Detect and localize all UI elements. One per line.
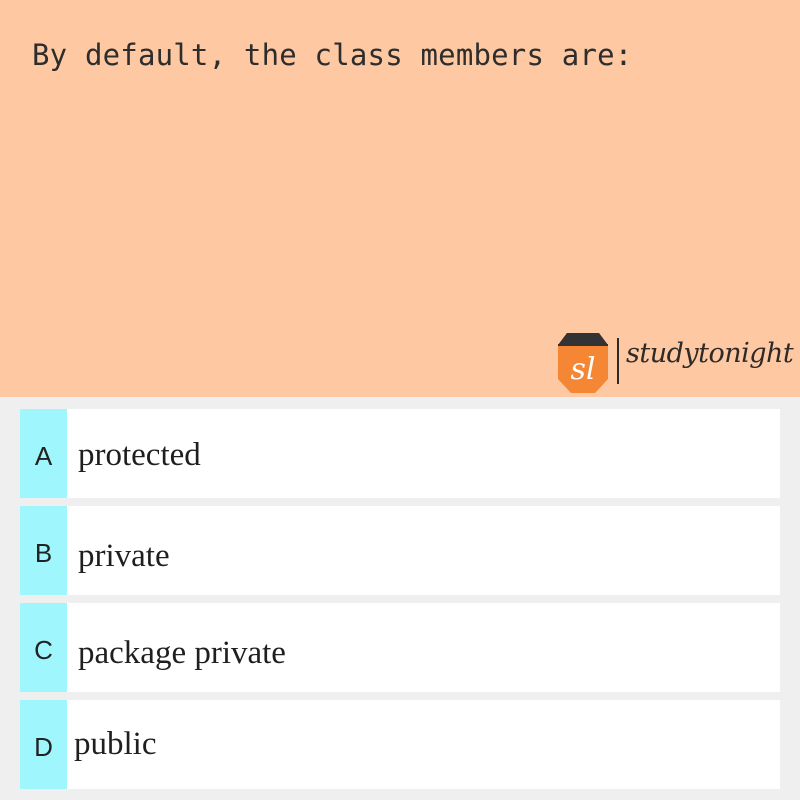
option-letter-c: C <box>20 603 67 692</box>
option-card-a[interactable]: A protected <box>20 409 780 498</box>
option-text-d: public <box>74 726 157 762</box>
option-text-b: private <box>78 538 170 574</box>
question-text: By default, the class members are: <box>32 38 633 72</box>
studytonight-logo: sl studytonight <box>548 328 800 398</box>
studytonight-logo-icon: sl <box>558 333 608 393</box>
option-card-d[interactable]: D public <box>20 700 780 789</box>
option-letter-b: B <box>20 506 67 595</box>
option-text-c: package private <box>78 635 286 671</box>
studytonight-wordmark: studytonight <box>626 338 794 369</box>
answer-options-panel: A protected B private C package private … <box>0 397 800 800</box>
option-letter-a: A <box>20 409 67 498</box>
option-card-c[interactable]: C package private <box>20 603 780 692</box>
studytonight-logo-letters: sl <box>571 352 596 387</box>
question-panel: By default, the class members are: sl st… <box>0 0 800 397</box>
option-text-a: protected <box>78 437 201 473</box>
brand-divider <box>617 338 619 384</box>
option-letter-d: D <box>20 700 67 789</box>
option-card-b[interactable]: B private <box>20 506 780 595</box>
